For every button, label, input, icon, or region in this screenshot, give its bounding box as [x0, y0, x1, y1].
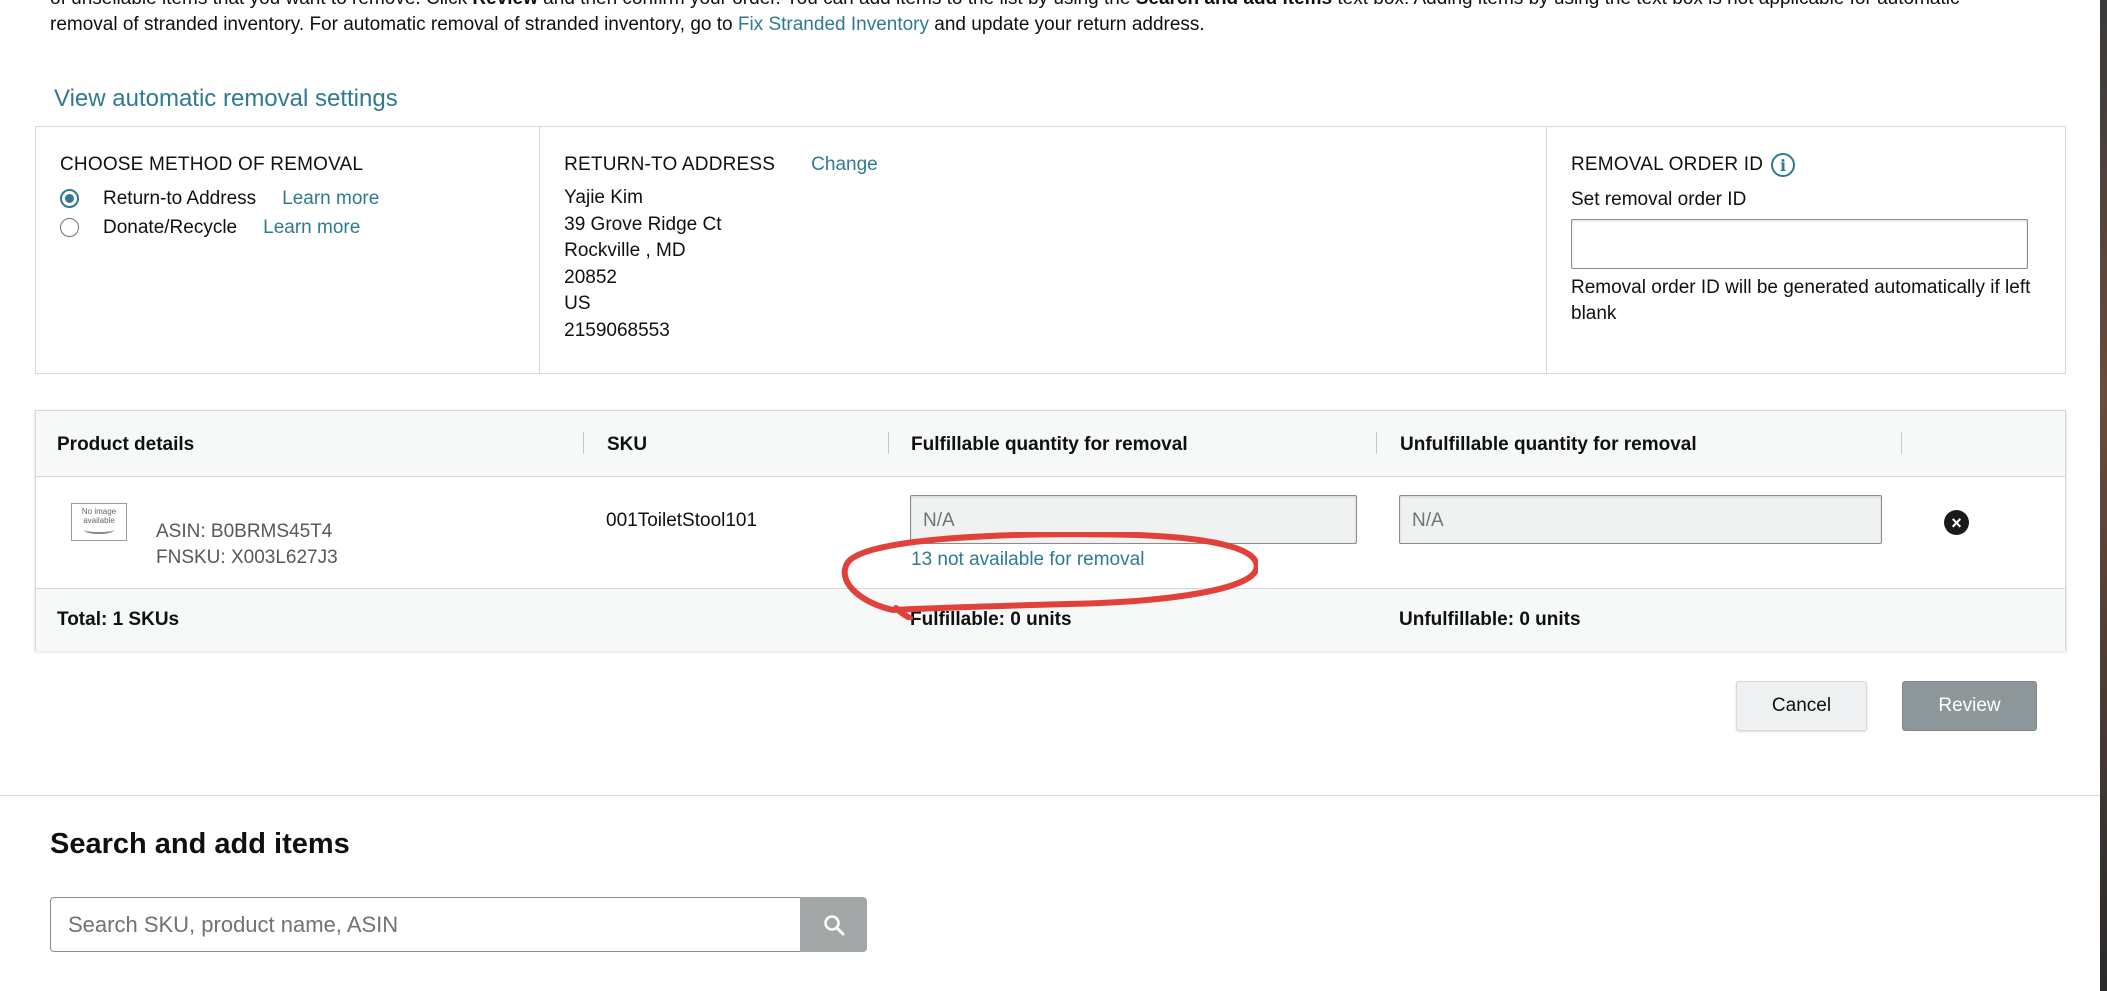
removal-method-title: CHOOSE METHOD OF REMOVAL — [60, 154, 364, 175]
total-skus: Total: 1 SKUs — [57, 609, 180, 630]
address-lines: Yajie Kim 39 Grove Ridge Ct Rockville , … — [564, 185, 1522, 344]
intro-search-word: Search and add items — [1136, 0, 1332, 9]
product-fnsku: FNSKU: X003L627J3 — [156, 547, 338, 568]
header-separator — [1901, 432, 1902, 454]
fix-stranded-inventory-link[interactable]: Fix Stranded Inventory — [738, 14, 929, 35]
intro-text: of unsellable items that you want to rem… — [50, 0, 2040, 38]
header-product-details: Product details — [57, 434, 195, 455]
removal-order-id-input[interactable] — [1571, 219, 2028, 269]
return-address-label[interactable]: Return-to Address — [103, 188, 256, 210]
smile-logo-icon — [84, 526, 114, 534]
address-city-state: Rockville , MD — [564, 240, 686, 261]
table-row: No image available ASIN: B0BRMS45T4 FNSK… — [36, 477, 2065, 589]
intro-line1-prefix: of unsellable items that you want to rem… — [50, 0, 472, 9]
donate-recycle-label[interactable]: Donate/Recycle — [103, 217, 237, 239]
header-separator — [1376, 432, 1377, 454]
product-image-placeholder: No image available — [71, 503, 127, 541]
product-identifiers: ASIN: B0BRMS45T4 FNSKU: X003L627J3 — [156, 519, 338, 571]
search-input[interactable] — [50, 897, 801, 952]
unfulfillable-qty-input[interactable]: N/A — [1399, 495, 1882, 544]
removal-order-id-heading: REMOVAL ORDER ID — [1571, 154, 1764, 175]
removal-items-table: Product details SKU Fulfillable quantity… — [35, 410, 2066, 651]
address-country: US — [564, 293, 591, 314]
fulfillable-total: Fulfillable: 0 units — [910, 609, 1072, 630]
set-removal-order-id-label: Set removal order ID — [1571, 189, 1747, 210]
address-street: 39 Grove Ridge Ct — [564, 213, 722, 235]
header-unfulfillable-qty: Unfulfillable quantity for removal — [1400, 434, 1697, 455]
removal-order-id-title: REMOVAL ORDER ID i — [1571, 153, 2041, 177]
section-divider — [0, 795, 2100, 796]
donate-recycle-learn-more-link[interactable]: Learn more — [263, 217, 360, 239]
unfulfillable-total: Unfulfillable: 0 units — [1399, 609, 1581, 630]
intro-line1-suffix: text box. Adding items by using the text… — [1332, 0, 1959, 9]
remove-item-close-icon[interactable]: × — [1944, 510, 1969, 535]
review-button[interactable]: Review — [1902, 681, 2037, 731]
method-option-return[interactable]: Return-to Address Learn more — [60, 187, 515, 210]
method-option-donate[interactable]: Donate/Recycle Learn more — [60, 216, 515, 239]
window-edge — [2100, 0, 2107, 991]
header-sku: SKU — [607, 434, 648, 455]
removal-method-section: CHOOSE METHOD OF REMOVAL Return-to Addre… — [36, 127, 541, 373]
header-fulfillable-qty: Fulfillable quantity for removal — [911, 434, 1188, 455]
return-address-title: RETURN-TO ADDRESS Change — [564, 153, 1522, 177]
address-name: Yajie Kim — [564, 187, 643, 208]
table-header: Product details SKU Fulfillable quantity… — [36, 411, 2065, 477]
intro-line2-prefix: removal of stranded inventory. For autom… — [50, 14, 738, 35]
intro-line2-suffix: and update your return address. — [929, 14, 1205, 35]
return-address-learn-more-link[interactable]: Learn more — [282, 188, 379, 210]
removal-order-page: of unsellable items that you want to rem… — [0, 0, 2107, 991]
not-available-for-removal-link[interactable]: 13 not available for removal — [911, 549, 1144, 571]
fulfillable-qty-input[interactable]: N/A — [910, 495, 1357, 544]
header-separator — [888, 432, 889, 454]
removal-method-options: Return-to Address Learn more Donate/Recy… — [60, 187, 515, 239]
address-zip: 20852 — [564, 266, 617, 288]
return-address-section: RETURN-TO ADDRESS Change Yajie Kim 39 Gr… — [540, 127, 1547, 373]
address-phone: 2159068553 — [564, 319, 670, 341]
search-and-add-items-title: Search and add items — [50, 828, 350, 860]
cancel-button[interactable]: Cancel — [1736, 681, 1867, 731]
product-sku: 001ToiletStool101 — [606, 510, 758, 531]
no-image-text: No image available — [81, 507, 117, 525]
table-footer: Total: 1 SKUs Fulfillable: 0 units Unful… — [36, 589, 2065, 651]
view-automatic-removal-settings-link[interactable]: View automatic removal settings — [54, 85, 398, 113]
return-address-heading: RETURN-TO ADDRESS — [564, 154, 776, 175]
header-separator — [583, 432, 584, 454]
donate-recycle-radio[interactable] — [60, 218, 79, 237]
change-address-link[interactable]: Change — [811, 154, 878, 176]
removal-order-id-note: Removal order ID will be generated autom… — [1571, 277, 2031, 324]
removal-settings-panel: CHOOSE METHOD OF REMOVAL Return-to Addre… — [35, 126, 2066, 374]
search-icon — [823, 914, 844, 935]
info-icon[interactable]: i — [1771, 153, 1796, 177]
intro-line1-mid: and then confirm your order. You can add… — [538, 0, 1136, 9]
removal-order-id-section: REMOVAL ORDER ID i Set removal order ID … — [1547, 127, 2065, 373]
search-button[interactable] — [800, 897, 867, 952]
intro-review-word: Review — [472, 0, 537, 9]
return-address-radio[interactable] — [60, 189, 79, 208]
product-asin: ASIN: B0BRMS45T4 — [156, 521, 333, 542]
